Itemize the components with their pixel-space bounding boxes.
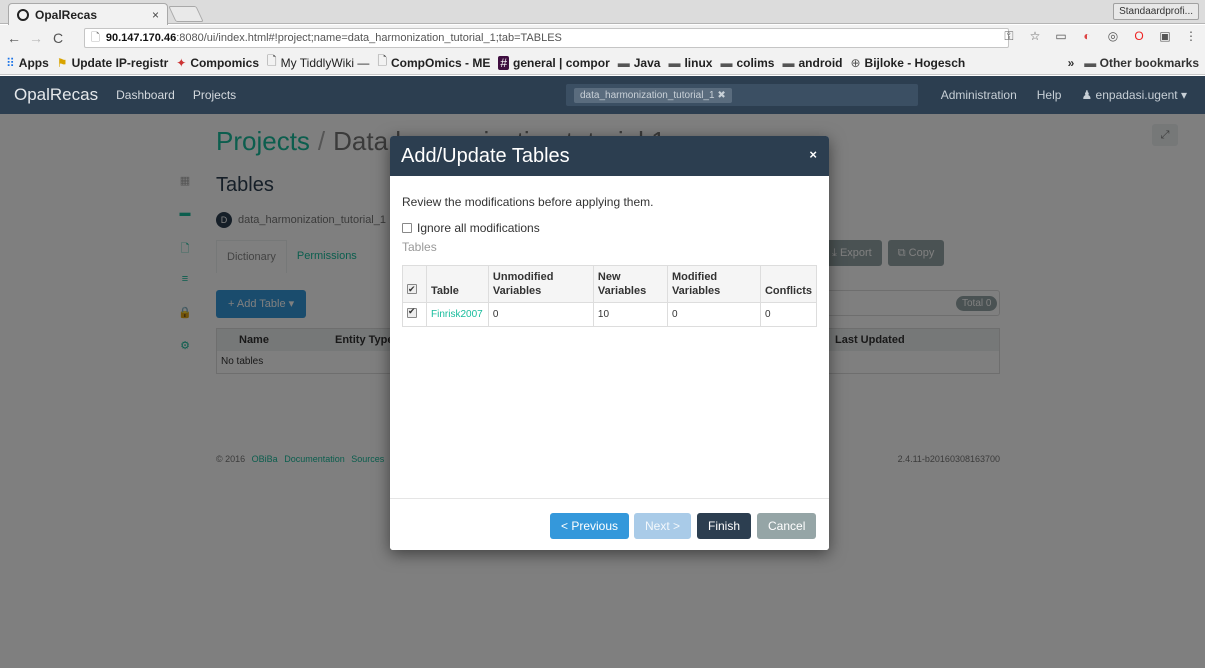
close-icon[interactable]: ×: [809, 147, 817, 162]
other-bookmarks[interactable]: ▬ Other bookmarks: [1084, 56, 1199, 70]
col-unmodified-variables: Unmodified Variables: [487, 265, 594, 303]
bookmark-android[interactable]: ▬ android: [782, 56, 842, 70]
globe-icon: ⊕: [850, 55, 861, 70]
folder-icon: ▬: [720, 55, 733, 70]
table-row: Finrisk2007 0 10 0 0: [402, 302, 818, 327]
search-token: data_harmonization_tutorial_1 ✖: [574, 87, 732, 103]
user-icon: ♟: [1081, 88, 1093, 102]
unmodified-count: 0: [487, 302, 594, 327]
select-all-cell: [402, 265, 427, 303]
col-modified-variables: Modified Variables: [666, 265, 761, 303]
previous-button[interactable]: < Previous: [550, 513, 630, 539]
opera-icon[interactable]: O: [1131, 29, 1147, 44]
add-update-tables-modal: Add/Update Tables × Review the modificat…: [390, 136, 829, 550]
nav-projects[interactable]: Projects: [193, 88, 236, 102]
modified-count: 0: [666, 302, 761, 327]
tab-close-icon[interactable]: ×: [152, 8, 159, 22]
modifications-table: Table Unmodified Variables New Variables…: [402, 265, 818, 327]
nav-search-field[interactable]: data_harmonization_tutorial_1 ✖: [566, 84, 918, 106]
folder-icon: ▬: [668, 55, 681, 70]
extension-gray-icon[interactable]: ◎: [1105, 29, 1121, 44]
browser-tab[interactable]: OpalRecas ×: [8, 3, 168, 25]
address-bar[interactable]: 🗋 90.147.170.46:8080/ui/index.html#!proje…: [84, 28, 1009, 48]
folder-icon: ▬: [1084, 56, 1097, 70]
table-name-link[interactable]: Finrisk2007: [426, 302, 489, 327]
caret-down-icon: ▾: [1180, 88, 1187, 102]
bookmarks-bar: ⠿ Apps ⚑ Update IP-registr ✦ Compomics 🗋 My …: [0, 51, 1205, 75]
folder-icon: ▬: [617, 55, 630, 70]
tables-label: Tables: [402, 240, 437, 254]
modal-header: Add/Update Tables ×: [390, 136, 829, 176]
review-text: Review the modifications before applying…: [402, 195, 654, 209]
extension-red-icon[interactable]: ◐: [1079, 29, 1095, 44]
select-all-checkbox[interactable]: [407, 282, 417, 296]
bookmark-bijloke[interactable]: ⊕ Bijloke - Hogesch: [850, 56, 965, 70]
col-conflicts: Conflicts: [759, 265, 818, 303]
bookmark-colims[interactable]: ▬ colims: [720, 56, 774, 70]
ignore-all-row[interactable]: Ignore all modifications: [402, 221, 817, 235]
new-tab-button[interactable]: [168, 6, 204, 22]
nav-administration[interactable]: Administration: [941, 88, 1017, 102]
col-table: Table: [426, 265, 489, 303]
modifications-header-row: Table Unmodified Variables New Variables…: [402, 265, 818, 303]
folder-icon: ▬: [782, 55, 795, 70]
bookmark-tiddlywiki[interactable]: 🗋 My TiddlyWiki —: [267, 52, 369, 73]
bookmark-compomics-me[interactable]: 🗋 CompOmics - ME: [377, 52, 490, 73]
bookmarks-right: » ▬ Other bookmarks: [1068, 51, 1199, 74]
url-host: 90.147.170.46: [105, 32, 177, 44]
modal-body: Review the modifications before applying…: [390, 195, 829, 516]
bookmark-linux[interactable]: ▬ linux: [668, 56, 712, 70]
nav-help[interactable]: Help: [1037, 88, 1062, 102]
nav-dashboard[interactable]: Dashboard: [116, 88, 175, 102]
apps-grid-icon: ⠿: [6, 55, 15, 70]
col-new-variables: New Variables: [592, 265, 668, 303]
row-checkbox[interactable]: [407, 306, 417, 318]
bookmark-compomics[interactable]: ✦ Compomics: [176, 56, 259, 70]
user-menu[interactable]: ♟ enpadasi.ugent ▾: [1081, 88, 1187, 102]
star-bookmark-icon[interactable]: ☆: [1027, 29, 1043, 44]
top-navbar: OpalRecas Dashboard Projects data_harmon…: [0, 76, 1205, 114]
bookmark-apps[interactable]: ⠿ Apps: [6, 56, 49, 70]
brand-logo[interactable]: OpalRecas: [14, 85, 98, 105]
profile-button[interactable]: Standaardprofi...: [1113, 3, 1199, 20]
row-select-cell: [402, 302, 427, 327]
ignore-all-checkbox[interactable]: [402, 223, 412, 233]
browser-tabstrip: OpalRecas × Standaardprofi...: [0, 0, 1205, 25]
token-remove-icon[interactable]: ✖: [717, 90, 725, 101]
extension-pocket-icon[interactable]: ▣: [1157, 29, 1173, 44]
bookmark-update-ip[interactable]: ⚑ Update IP-registr: [57, 56, 168, 70]
next-button[interactable]: Next >: [634, 513, 692, 539]
conflicts-count: 0: [759, 302, 818, 327]
reload-icon[interactable]: C: [50, 30, 66, 46]
key-icon[interactable]: ⚿: [1001, 29, 1017, 44]
page-icon: 🗋: [267, 54, 277, 68]
page-info-icon[interactable]: 🗋: [91, 32, 100, 44]
browser-tab-title: OpalRecas: [35, 7, 98, 22]
menu-dots-icon[interactable]: ⋮: [1183, 29, 1199, 44]
browser-toolbar: ← → C 🗋 90.147.170.46:8080/ui/index.html#…: [0, 25, 1205, 51]
ignore-all-label: Ignore all modifications: [417, 221, 540, 235]
more-bookmarks-chevron[interactable]: »: [1068, 56, 1075, 70]
url-path: :8080/ui/index.html#!project;name=data_h…: [176, 32, 562, 44]
bookmark-icon: ⚑: [56, 55, 68, 70]
bookmark-icon: ✦: [176, 55, 187, 70]
finish-button[interactable]: Finish: [697, 513, 752, 539]
cast-icon[interactable]: ▭: [1053, 29, 1069, 44]
extension-icons: ⚿ ☆ ▭ ◐ ◎ O ▣ ⋮: [1001, 29, 1199, 44]
navbar-right: Administration Help ♟ enpadasi.ugent ▾: [941, 76, 1187, 114]
bookmark-java[interactable]: ▬ Java: [618, 56, 661, 70]
modal-footer: < Previous Next > Finish Cancel: [390, 498, 829, 550]
forward-arrow-icon[interactable]: →: [28, 30, 44, 46]
modal-title: Add/Update Tables: [401, 144, 570, 167]
page-icon: 🗋: [377, 54, 387, 68]
new-count: 10: [592, 302, 668, 327]
opal-favicon-icon: [17, 8, 29, 21]
slack-icon: #: [498, 55, 510, 70]
bookmark-general-slack[interactable]: # general | compor: [498, 55, 610, 70]
back-arrow-icon[interactable]: ←: [6, 30, 22, 46]
cancel-button[interactable]: Cancel: [757, 513, 817, 539]
